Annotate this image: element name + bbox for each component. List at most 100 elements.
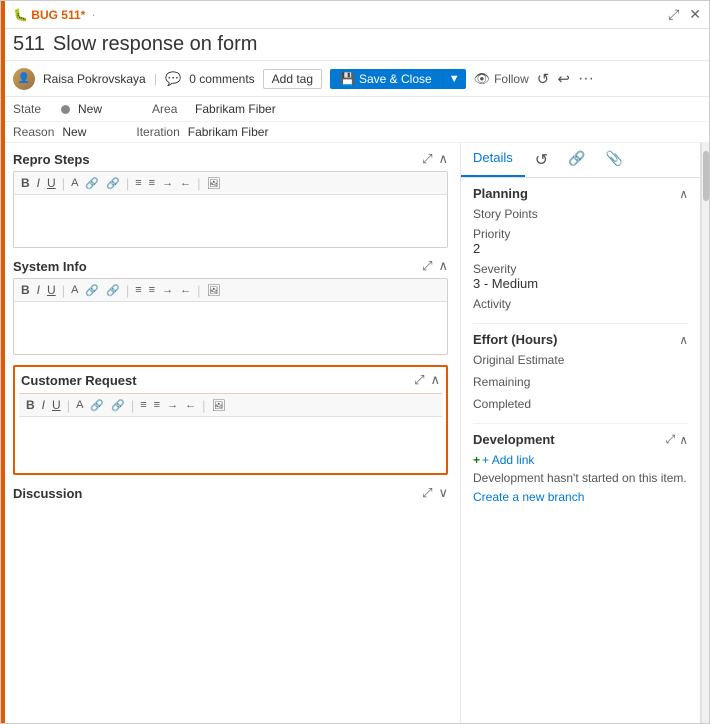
remaining-label: Remaining bbox=[473, 375, 688, 389]
tab-links[interactable]: 🔗 bbox=[558, 143, 595, 177]
repro-editor-content[interactable] bbox=[14, 195, 447, 247]
expand-icon[interactable]: ⤢ bbox=[668, 6, 679, 23]
severity-value[interactable]: 3 - Medium bbox=[473, 276, 688, 291]
priority-field: Priority 2 bbox=[473, 227, 688, 256]
planning-collapse-icon[interactable]: ∧ bbox=[679, 187, 688, 201]
toolbar-separator-1: | bbox=[154, 71, 157, 86]
customer-expand-icon[interactable]: ⤢ bbox=[414, 372, 424, 388]
title-bar: 🐛 BUG 511* · ⤢ ✕ bbox=[1, 1, 709, 29]
reason-value[interactable]: New bbox=[62, 125, 86, 139]
system-editor-content[interactable] bbox=[14, 302, 447, 354]
left-panel: Repro Steps ⤢ ∧ B I U | A 🔗 🔗 bbox=[1, 143, 461, 724]
unlink-button[interactable]: 🔗 bbox=[103, 176, 123, 191]
system-editor: B I U | A 🔗 🔗 | ≡ ≡ → ← | 🖼 bbox=[13, 278, 448, 355]
dev-expand-icon[interactable]: ⤢ bbox=[666, 432, 676, 447]
tab-history[interactable]: ↺ bbox=[525, 143, 558, 177]
sys-outdent[interactable]: ← bbox=[177, 283, 194, 297]
planning-title: Planning bbox=[473, 186, 528, 201]
bold-button[interactable]: B bbox=[18, 175, 33, 191]
sys-ul[interactable]: ≡ bbox=[132, 283, 144, 297]
sys-sep1: | bbox=[62, 283, 65, 298]
discussion-title: Discussion bbox=[13, 486, 82, 501]
effort-collapse-icon[interactable]: ∧ bbox=[679, 333, 688, 347]
save-close-label: Save & Close bbox=[359, 72, 432, 86]
sys-link1[interactable]: 🔗 bbox=[82, 283, 102, 298]
outdent-button[interactable]: ← bbox=[177, 176, 194, 190]
repro-expand-icon[interactable]: ⤢ bbox=[422, 151, 432, 167]
sys-indent[interactable]: → bbox=[159, 283, 176, 297]
customer-editor-toolbar: B I U | A 🔗 🔗 | ≡ ≡ → ← | 🖼 bbox=[19, 394, 442, 417]
more-icon[interactable]: ··· bbox=[578, 70, 594, 88]
iteration-label: Iteration bbox=[136, 125, 179, 139]
reason-label: Reason bbox=[13, 125, 54, 139]
right-scrollbar-thumb[interactable] bbox=[703, 151, 709, 201]
user-name: Raisa Pokrovskaya bbox=[43, 72, 146, 86]
right-content: Planning ∧ Story Points Priority 2 Sever… bbox=[461, 178, 700, 512]
follow-label: Follow bbox=[494, 72, 529, 86]
save-close-button[interactable]: 💾 Save & Close bbox=[330, 69, 442, 89]
area-value[interactable]: Fabrikam Fiber bbox=[195, 102, 276, 116]
cust-image[interactable]: 🖼 bbox=[208, 398, 228, 413]
indent-button[interactable]: → bbox=[159, 176, 176, 190]
state-value[interactable]: New bbox=[78, 102, 102, 116]
sys-italic-button[interactable]: I bbox=[34, 282, 43, 298]
ul-button[interactable]: ≡ bbox=[132, 176, 144, 190]
priority-value[interactable]: 2 bbox=[473, 241, 688, 256]
remaining-field: Remaining bbox=[473, 375, 688, 389]
close-icon[interactable]: ✕ bbox=[689, 6, 701, 23]
cust-ol[interactable]: ≡ bbox=[151, 398, 163, 412]
comments-count[interactable]: 0 comments bbox=[189, 72, 254, 86]
right-panel-wrapper: Details ↺ 🔗 📎 Planning ∧ Story Point bbox=[461, 143, 709, 724]
sys-font-color[interactable]: A bbox=[68, 283, 81, 297]
cust-link1[interactable]: 🔗 bbox=[87, 398, 107, 413]
system-info-header: System Info ⤢ ∧ bbox=[13, 258, 448, 274]
save-close-group: 💾 Save & Close ▼ bbox=[330, 69, 466, 89]
cust-underline[interactable]: U bbox=[49, 397, 64, 413]
customer-collapse-icon[interactable]: ∧ bbox=[430, 372, 440, 388]
repro-steps-header: Repro Steps ⤢ ∧ bbox=[13, 151, 448, 167]
italic-button[interactable]: I bbox=[34, 175, 43, 191]
add-link-button[interactable]: + + Add link bbox=[473, 453, 688, 467]
add-tag-button[interactable]: Add tag bbox=[263, 69, 322, 89]
state-label: State bbox=[13, 102, 53, 116]
cust-outdent[interactable]: ← bbox=[182, 398, 199, 412]
system-collapse-icon[interactable]: ∧ bbox=[438, 258, 448, 274]
sys-ol[interactable]: ≡ bbox=[146, 283, 158, 297]
ol-button[interactable]: ≡ bbox=[146, 176, 158, 190]
dev-collapse-icon[interactable]: ∧ bbox=[679, 433, 688, 447]
user-avatar[interactable]: 👤 bbox=[13, 68, 35, 90]
image-button[interactable]: 🖼 bbox=[203, 176, 223, 191]
cust-indent[interactable]: → bbox=[164, 398, 181, 412]
cust-bold[interactable]: B bbox=[23, 397, 38, 413]
work-item-title[interactable]: Slow response on form bbox=[53, 33, 258, 56]
sys-underline-button[interactable]: U bbox=[44, 282, 59, 298]
underline-button[interactable]: U bbox=[44, 175, 59, 191]
planning-section: Planning ∧ Story Points Priority 2 Sever… bbox=[473, 186, 688, 311]
sys-image[interactable]: 🖼 bbox=[203, 283, 223, 298]
right-scrollbar[interactable] bbox=[701, 143, 709, 724]
create-branch-link[interactable]: Create a new branch bbox=[473, 490, 584, 504]
discussion-collapse-icon[interactable]: ∨ bbox=[438, 485, 448, 501]
cust-fontcolor[interactable]: A bbox=[73, 398, 86, 412]
undo-icon[interactable]: ↩ bbox=[557, 70, 570, 88]
tab-attachments[interactable]: 📎 bbox=[596, 143, 633, 177]
repro-collapse-icon[interactable]: ∧ bbox=[438, 151, 448, 167]
state-field: State New bbox=[13, 102, 102, 116]
discussion-expand-icon[interactable]: ⤢ bbox=[422, 485, 432, 501]
sys-link2[interactable]: 🔗 bbox=[103, 283, 123, 298]
system-info-section: System Info ⤢ ∧ B I U | A 🔗 🔗 bbox=[13, 258, 448, 355]
customer-editor-content[interactable] bbox=[19, 417, 442, 469]
tab-details[interactable]: Details bbox=[461, 143, 525, 177]
font-color-button[interactable]: A bbox=[68, 176, 81, 190]
system-expand-icon[interactable]: ⤢ bbox=[422, 258, 432, 274]
cust-link2[interactable]: 🔗 bbox=[108, 398, 128, 413]
cust-ul[interactable]: ≡ bbox=[137, 398, 149, 412]
follow-button[interactable]: 👁 Follow bbox=[474, 71, 529, 87]
sys-bold-button[interactable]: B bbox=[18, 282, 33, 298]
customer-request-title: Customer Request bbox=[21, 373, 137, 388]
save-dropdown-button[interactable]: ▼ bbox=[442, 69, 466, 89]
cust-italic[interactable]: I bbox=[39, 397, 48, 413]
link-button-1[interactable]: 🔗 bbox=[82, 176, 102, 191]
refresh-icon[interactable]: ↺ bbox=[537, 70, 550, 88]
iteration-value[interactable]: Fabrikam Fiber bbox=[188, 125, 269, 139]
